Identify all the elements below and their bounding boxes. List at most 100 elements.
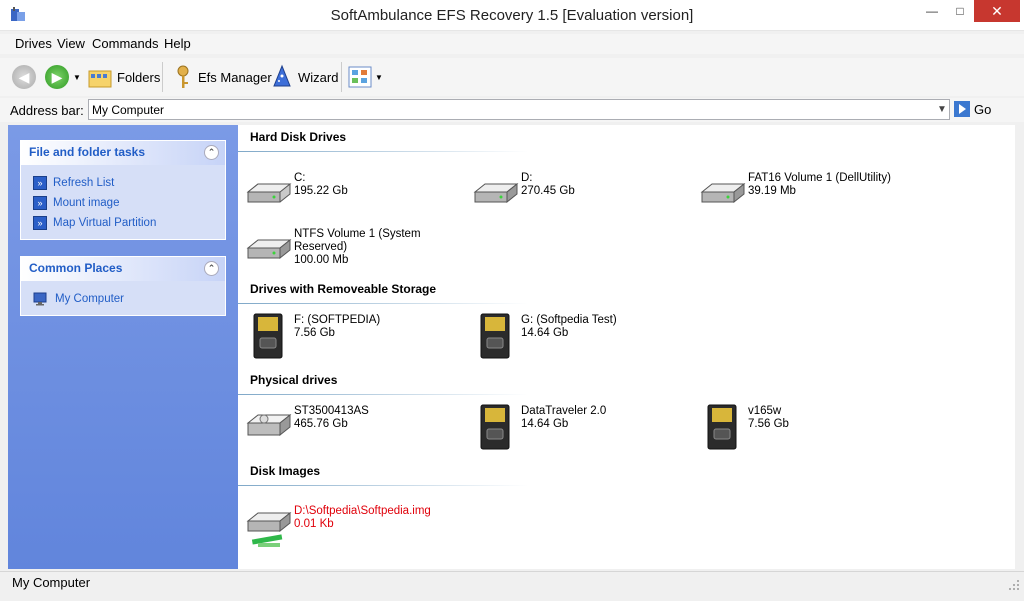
task-sidebar: File and folder tasks ⌃ » Refresh List »… (8, 125, 238, 569)
scrollbar[interactable] (1015, 125, 1024, 569)
folders-button[interactable]: Folders (88, 62, 160, 92)
view-dropdown-icon[interactable]: ▼ (375, 73, 383, 82)
hard-drive-icon (700, 182, 746, 204)
toolbar: ◀ ▶ ▼ Folders Efs Manager Wizard ▼ (0, 58, 1024, 96)
drive-name: ST3500413AS (294, 405, 369, 417)
physical-drive-item[interactable]: ST3500413AS 465.76 Gb (244, 403, 444, 453)
address-value: My Computer (92, 103, 165, 117)
wizard-label: Wizard (298, 69, 339, 85)
resize-grip-icon[interactable] (1008, 579, 1020, 591)
drive-name: NTFS Volume 1 (System Reserved) (294, 228, 421, 253)
disk-image-icon (246, 511, 292, 547)
hard-drive-icon (246, 238, 292, 260)
refresh-list-link[interactable]: » Refresh List (21, 173, 225, 193)
section-physical-drives: Physical drives (250, 373, 338, 387)
forward-dropdown-icon[interactable]: ▼ (73, 73, 81, 82)
address-label: Address bar: (10, 103, 84, 118)
drive-name: DataTraveler 2.0 (521, 405, 607, 417)
drive-name: v165w (748, 405, 782, 417)
drive-item[interactable]: D: 270.45 Gb (471, 170, 671, 220)
drive-name: FAT16 Volume 1 (DellUtility) (748, 172, 891, 184)
my-computer-label: My Computer (55, 293, 125, 305)
go-icon (954, 101, 970, 117)
memory-card-icon (480, 404, 510, 450)
toolbar-separator (341, 62, 342, 92)
physical-disk-icon (246, 413, 292, 437)
common-places-title: Common Places (29, 261, 123, 275)
menu-drives[interactable]: Drives (15, 36, 52, 51)
forward-icon: ▶ (45, 65, 69, 89)
menu-bar: Drives View Commands Help (0, 34, 1024, 54)
section-hard-disk-drives: Hard Disk Drives (250, 130, 347, 144)
common-places-header[interactable]: Common Places ⌃ (21, 257, 225, 281)
address-bar: Address bar: My Computer ▼ Go (0, 98, 1024, 122)
drive-size: 465.76 Gb (294, 418, 348, 430)
key-icon (177, 65, 189, 88)
view-icon (348, 66, 372, 88)
hard-drive-icon (473, 182, 519, 204)
close-button[interactable]: ✕ (974, 0, 1020, 22)
task-arrow-icon: » (33, 196, 47, 210)
minimize-button[interactable]: — (918, 0, 946, 22)
maximize-button[interactable]: □ (946, 0, 974, 22)
memory-card-icon (480, 313, 510, 359)
view-options-button[interactable]: ▼ (348, 62, 383, 92)
section-divider (238, 394, 528, 395)
go-button[interactable]: Go (954, 101, 991, 117)
my-computer-link[interactable]: My Computer (21, 289, 225, 309)
disk-image-item[interactable]: D:\Softpedia\Softpedia.img 0.01 Kb (244, 503, 464, 553)
memory-card-icon (707, 404, 737, 450)
wizard-button[interactable]: Wizard (270, 62, 338, 92)
map-virtual-partition-label: Map Virtual Partition (53, 217, 157, 229)
physical-drive-item[interactable]: DataTraveler 2.0 14.64 Gb (471, 403, 671, 453)
toolbar-separator (162, 62, 163, 92)
drive-size: 14.64 Gb (521, 418, 569, 430)
map-virtual-partition-link[interactable]: » Map Virtual Partition (21, 213, 225, 233)
menu-help[interactable]: Help (164, 36, 191, 51)
task-arrow-icon: » (33, 216, 47, 230)
efs-manager-button[interactable]: Efs Manager (174, 62, 272, 92)
drive-name: D: (521, 172, 533, 184)
status-bar: My Computer (0, 571, 1024, 593)
back-icon: ◀ (12, 65, 36, 89)
image-size: 0.01 Kb (294, 518, 334, 530)
menu-commands[interactable]: Commands (92, 36, 158, 51)
drive-item[interactable]: FAT16 Volume 1 (DellUtility) 39.19 Mb (698, 170, 948, 220)
status-text: My Computer (12, 575, 91, 590)
drive-size: 270.45 Gb (521, 185, 575, 197)
physical-drive-item[interactable]: v165w 7.56 Gb (698, 403, 898, 453)
drive-name: C: (294, 172, 306, 184)
computer-icon (33, 292, 47, 306)
file-folder-tasks-header[interactable]: File and folder tasks ⌃ (21, 141, 225, 165)
efs-manager-label: Efs Manager (198, 69, 272, 85)
address-dropdown-icon[interactable]: ▼ (935, 100, 949, 119)
file-folder-tasks-panel: File and folder tasks ⌃ » Refresh List »… (20, 140, 226, 240)
mount-image-link[interactable]: » Mount image (21, 193, 225, 213)
back-button[interactable]: ◀ (12, 62, 36, 92)
section-divider (238, 485, 528, 486)
section-divider (238, 303, 528, 304)
folders-label: Folders (117, 69, 161, 85)
window-title: SoftAmbulance EFS Recovery 1.5 [Evaluati… (330, 7, 694, 24)
collapse-icon[interactable]: ⌃ (204, 145, 219, 160)
forward-button[interactable]: ▶ ▼ (45, 62, 81, 92)
removable-drive-item[interactable]: F: (SOFTPEDIA) 7.56 Gb (244, 312, 444, 362)
drive-item[interactable]: C: 195.22 Gb (244, 170, 444, 220)
menu-view[interactable]: View (57, 36, 85, 51)
drive-size: 7.56 Gb (294, 327, 335, 339)
section-removable-storage: Drives with Removeable Storage (250, 282, 437, 296)
mount-image-label: Mount image (53, 197, 120, 209)
section-divider (238, 151, 528, 152)
refresh-list-label: Refresh List (53, 177, 115, 189)
title-bar: SoftAmbulance EFS Recovery 1.5 [Evaluati… (0, 0, 1024, 31)
collapse-icon[interactable]: ⌃ (204, 261, 219, 276)
drive-size: 7.56 Gb (748, 418, 789, 430)
drive-name: F: (SOFTPEDIA) (294, 314, 381, 326)
address-input[interactable]: My Computer ▼ (88, 99, 950, 120)
drive-size: 100.00 Mb (294, 254, 349, 266)
drive-item[interactable]: NTFS Volume 1 (System Reserved) 100.00 Mb (244, 226, 424, 276)
wizard-icon (273, 64, 291, 87)
common-places-panel: Common Places ⌃ My Computer (20, 256, 226, 316)
task-arrow-icon: » (33, 176, 47, 190)
removable-drive-item[interactable]: G: (Softpedia Test) 14.64 Gb (471, 312, 671, 362)
